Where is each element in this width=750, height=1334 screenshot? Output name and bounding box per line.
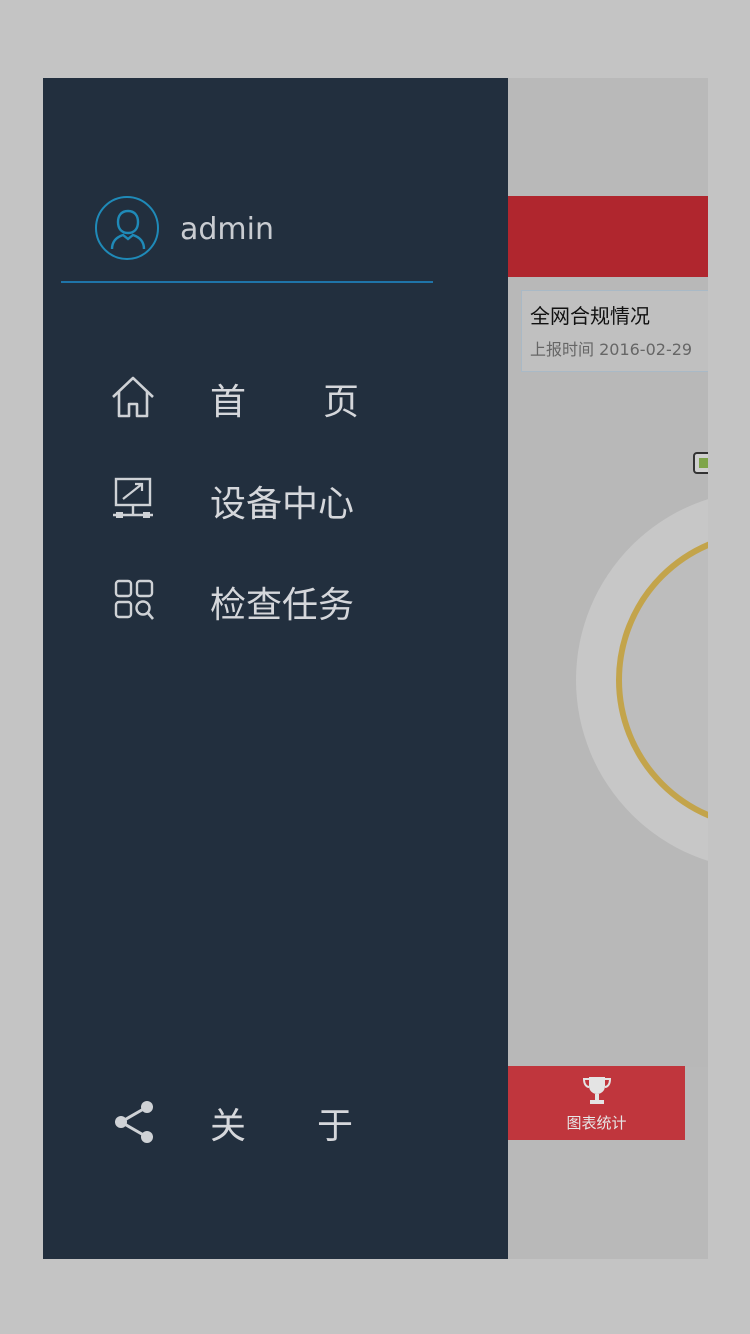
avatar[interactable] (95, 196, 159, 260)
chart-stats-tab[interactable]: 图表统计 (508, 1066, 685, 1140)
profile-divider (61, 281, 433, 283)
share-icon (115, 1101, 153, 1143)
report-card[interactable]: 全网合规情况 上报时间 2016-02-29 (521, 290, 708, 372)
menu-label-home-part1: 首 (210, 382, 247, 423)
menu-label-inspection-tasks: 检查任务 (210, 585, 355, 626)
monitor-network-icon (113, 477, 153, 518)
phone-screen: 全网合规情况 上报时间 2016-02-29 图表统计 admin 首 页 设备… (43, 78, 708, 1259)
menu-item-device-center[interactable]: 设备中心 (105, 463, 405, 533)
user-icon (110, 209, 146, 250)
menu-item-about[interactable]: 关于 (105, 1085, 405, 1155)
navigation-drawer: admin 首页 设备中心 检查任务 关 于 (43, 78, 508, 1259)
report-title: 全网合规情况 (530, 304, 650, 328)
menu-label-home: 首页 (210, 373, 359, 425)
trophy-icon (582, 1077, 612, 1104)
username: admin (180, 212, 274, 247)
legend-swatch (693, 452, 708, 474)
menu-label-about: 关于 (210, 1097, 353, 1149)
menu-label-device-center: 设备中心 (210, 484, 355, 525)
report-time: 上报时间 2016-02-29 (530, 340, 693, 359)
menu-item-inspection-tasks[interactable]: 检查任务 (105, 564, 405, 634)
menu-label-about-part2: 于 (317, 1106, 354, 1147)
chart-stats-label: 图表统计 (566, 1114, 627, 1132)
home-icon (112, 376, 154, 418)
menu-label-home-part2: 页 (323, 382, 360, 423)
app-header-bar (508, 196, 708, 277)
grid-search-icon (114, 579, 154, 620)
menu-label-about-part1: 关 (210, 1106, 247, 1147)
menu-item-home[interactable]: 首页 (105, 361, 405, 431)
